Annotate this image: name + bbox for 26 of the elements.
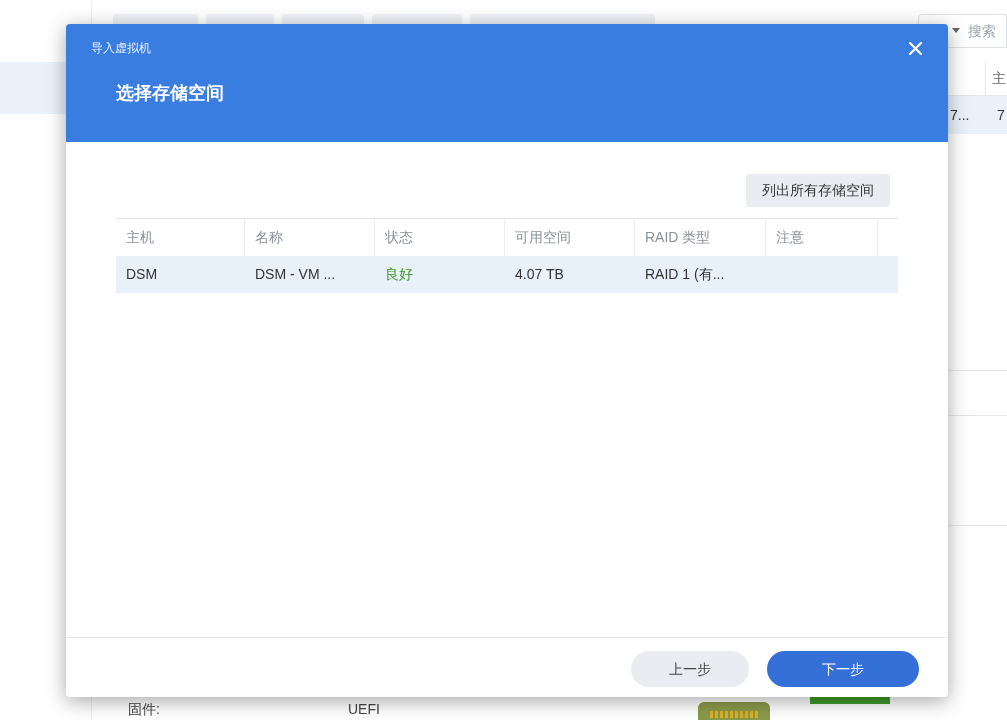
next-button[interactable]: 下一步 xyxy=(767,651,919,687)
status-text: 良好 xyxy=(385,266,413,282)
column-header[interactable]: 状态 xyxy=(385,227,413,248)
table-cell: DSM xyxy=(126,266,158,282)
field-value: UEFI xyxy=(348,700,381,719)
dialog-heading: 选择存储空间 xyxy=(116,83,224,103)
table-row[interactable]: DSM DSM - VM ... 良好 4.07 TB RAID 1 (有... xyxy=(116,256,898,293)
search-field[interactable]: 搜索 xyxy=(918,14,1007,48)
table-cell: RAID 1 (有... xyxy=(645,266,725,282)
table-cell: 4.07 TB xyxy=(515,266,564,282)
table-cell-text: 7 xyxy=(997,105,1006,125)
column-header[interactable]: 注意 xyxy=(776,227,804,248)
column-header[interactable]: 名称 xyxy=(255,227,283,248)
column-header: 主 xyxy=(992,69,1006,88)
caret-icon[interactable] xyxy=(952,28,960,33)
back-button[interactable]: 上一步 xyxy=(631,651,749,687)
field-label: 固件: xyxy=(128,700,161,719)
column-header[interactable]: RAID 类型 xyxy=(645,227,711,248)
chip-icon xyxy=(698,702,770,720)
window-title: 导入虚拟机 xyxy=(91,40,151,57)
table-cell-text: 7... xyxy=(950,105,971,125)
table-cell: DSM - VM ... xyxy=(255,266,336,282)
close-icon[interactable] xyxy=(909,41,922,55)
column-header[interactable]: 主机 xyxy=(126,227,154,248)
column-header[interactable]: 可用空间 xyxy=(515,227,571,248)
list-all-button[interactable]: 列出所有存储空间 xyxy=(746,174,890,207)
